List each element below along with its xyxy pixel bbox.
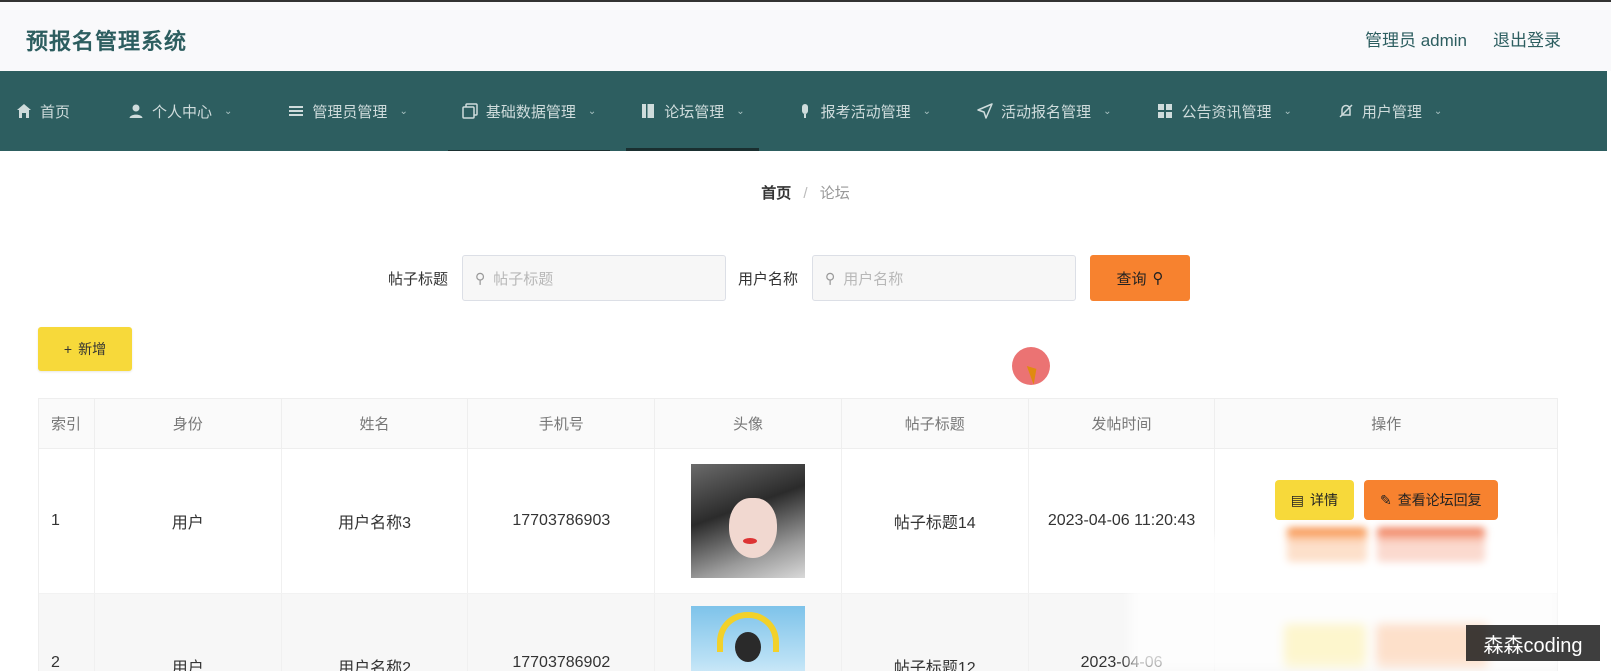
view-replies-button[interactable]: ✎ 查看论坛回复 <box>1363 480 1498 520</box>
query-label: 查询 <box>1116 270 1147 288</box>
nav-label: 活动报名管理 <box>1001 103 1092 121</box>
mic-icon <box>797 103 813 119</box>
search-icon: ⚲ <box>825 269 836 286</box>
nav-item-forum-mgmt[interactable]: 论坛管理 ⌄ <box>626 71 760 151</box>
cell-post-title: 帖子标题14 <box>842 449 1029 593</box>
table-header: 索引 身份 姓名 手机号 头像 帖子标题 发帖时间 操作 <box>39 399 1557 449</box>
nav-label: 个人中心 <box>152 103 213 121</box>
view-replies-label: 查看论坛回复 <box>1397 492 1482 508</box>
list-icon <box>288 103 304 119</box>
chevron-down-icon: ⌄ <box>922 105 932 117</box>
avatar[interactable] <box>691 464 806 578</box>
send-icon <box>977 103 993 119</box>
col-role[interactable]: 身份 <box>95 399 282 448</box>
add-button[interactable]: + 新增 <box>38 327 132 371</box>
post-title-placeholder: 帖子标题 <box>493 270 554 288</box>
cell-post-title: 帖子标题12 <box>842 594 1029 671</box>
chevron-down-icon: ⌄ <box>1283 105 1292 117</box>
post-title-input[interactable]: ⚲ 帖子标题 <box>462 255 727 301</box>
nav-item-profile[interactable]: 个人中心 ⌄ <box>114 71 246 151</box>
nav-label: 用户管理 <box>1361 103 1422 121</box>
breadcrumb-home[interactable]: 首页 <box>761 185 791 202</box>
col-name[interactable]: 姓名 <box>282 399 469 448</box>
cell-phone: 17703786902 <box>468 594 656 671</box>
user-name-label: 用户名称 <box>738 270 799 288</box>
cell-name: 用户名称3 <box>282 449 469 593</box>
book-icon <box>640 103 656 119</box>
document-icon: ▤ <box>1290 491 1304 508</box>
top-bar: 预报名管理系统 管理员 admin 退出登录 <box>0 0 1611 71</box>
home-icon <box>16 103 32 119</box>
search-icon: ⚲ <box>1152 270 1164 287</box>
breadcrumb-current: 论坛 <box>819 185 850 202</box>
col-index[interactable]: 索引 <box>39 399 95 448</box>
chevron-down-icon: ⌄ <box>1433 105 1443 117</box>
nav-item-activity-signup[interactable]: 活动报名管理 ⌄ <box>963 71 1125 151</box>
grid-icon <box>1157 103 1173 119</box>
breadcrumb: 首页 / 论坛 <box>0 182 1611 203</box>
watermark: 森森coding <box>1466 625 1600 661</box>
col-avatar[interactable]: 头像 <box>655 399 842 448</box>
chevron-down-icon: ⌄ <box>587 105 597 117</box>
bell-off-icon <box>1338 103 1354 119</box>
chevron-down-icon: ⌄ <box>399 105 408 117</box>
col-phone[interactable]: 手机号 <box>468 399 656 448</box>
nav-item-announcements[interactable]: 公告资讯管理 ⌄ <box>1143 71 1305 151</box>
nav-item-home[interactable]: 首页 <box>0 71 84 151</box>
cell-index: 1 <box>39 449 95 593</box>
user-name-input[interactable]: ⚲ 用户名称 <box>812 255 1077 301</box>
breadcrumb-separator: / <box>803 185 808 202</box>
post-title-label: 帖子标题 <box>388 270 449 288</box>
search-form: 帖子标题 ⚲ 帖子标题 用户名称 ⚲ 用户名称 查询 ⚲ <box>388 255 1191 301</box>
copy-icon <box>462 103 478 119</box>
user-area: 管理员 admin 退出登录 <box>1365 26 1561 51</box>
search-icon: ⚲ <box>475 269 486 286</box>
chevron-down-icon: ⌄ <box>736 105 745 117</box>
nav-item-basic-data[interactable]: 基础数据管理 ⌄ <box>447 71 611 151</box>
cell-avatar <box>655 594 842 671</box>
cell-name: 用户名称2 <box>282 594 469 671</box>
admin-user-label[interactable]: 管理员 admin <box>1365 26 1467 51</box>
nav-item-user-mgmt[interactable]: 用户管理 ⌄ <box>1324 71 1456 151</box>
detail-label: 详情 <box>1309 492 1338 508</box>
logout-link[interactable]: 退出登录 <box>1493 26 1561 51</box>
app-title: 预报名管理系统 <box>26 29 188 54</box>
chevron-down-icon: ⌄ <box>1103 105 1112 117</box>
cell-role: 用户 <box>95 594 282 671</box>
cell-avatar <box>655 449 842 593</box>
nav-label: 报考活动管理 <box>820 103 911 121</box>
main-nav: 首页 个人中心 ⌄ 管理员管理 ⌄ 基础数据管理 ⌄ 论坛管理 ⌄ 报考活动管理… <box>0 71 1607 151</box>
col-actions[interactable]: 操作 <box>1215 399 1557 448</box>
nav-label: 首页 <box>40 103 71 121</box>
plus-icon: + <box>63 341 73 357</box>
avatar[interactable] <box>691 606 806 671</box>
chevron-down-icon: ⌄ <box>224 105 233 117</box>
query-button[interactable]: 查询 ⚲ <box>1090 255 1191 301</box>
detail-button[interactable]: ▤ 详情 <box>1274 480 1354 520</box>
cell-role: 用户 <box>95 449 282 593</box>
cell-phone: 17703786903 <box>468 449 656 593</box>
user-name-placeholder: 用户名称 <box>843 270 904 288</box>
nav-label: 公告资讯管理 <box>1181 103 1272 121</box>
nav-label: 管理员管理 <box>312 103 388 121</box>
add-label: 新增 <box>78 341 107 357</box>
col-post-time[interactable]: 发帖时间 <box>1029 399 1216 448</box>
user-icon <box>128 103 144 119</box>
cell-index: 2 <box>39 594 95 671</box>
nav-label: 论坛管理 <box>664 103 725 121</box>
nav-item-admin-mgmt[interactable]: 管理员管理 ⌄ <box>274 71 421 151</box>
nav-label: 基础数据管理 <box>485 103 576 121</box>
col-post-title[interactable]: 帖子标题 <box>842 399 1029 448</box>
nav-item-exam-activity[interactable]: 报考活动管理 ⌄ <box>783 71 945 151</box>
edit-icon: ✎ <box>1379 491 1392 508</box>
